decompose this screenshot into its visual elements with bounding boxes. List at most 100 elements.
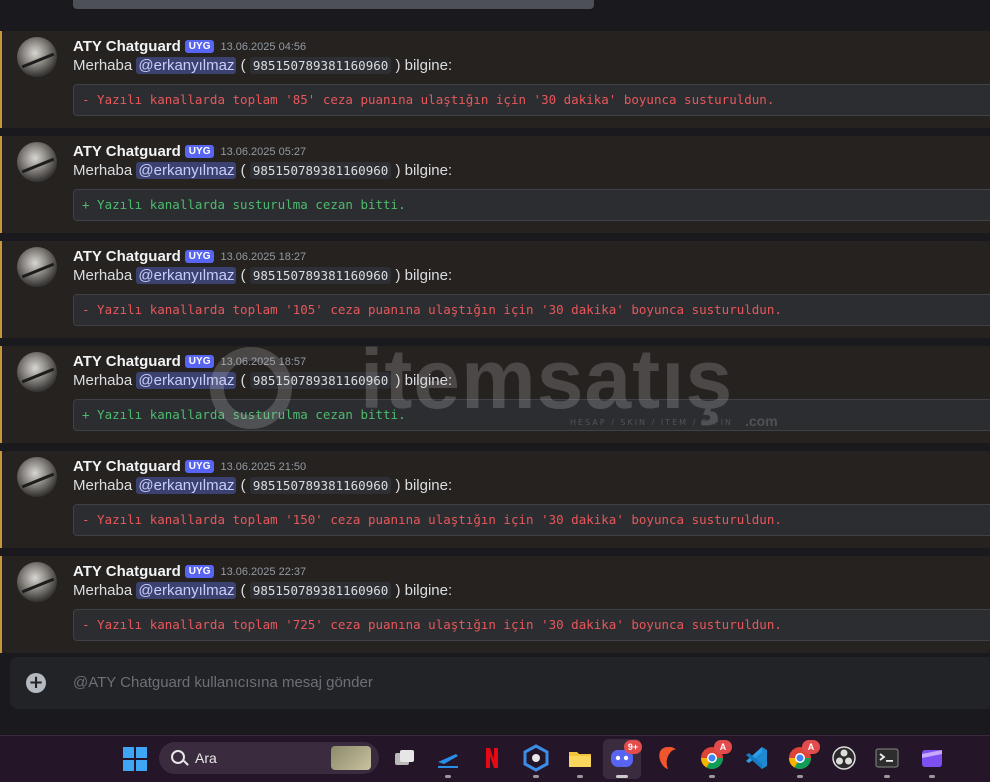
user-mention[interactable]: @erkanyılmaz — [136, 477, 237, 494]
user-mention[interactable]: @erkanyılmaz — [136, 372, 237, 389]
greeting-text: Merhaba — [73, 372, 133, 389]
chrome-profile-icon[interactable]: A — [786, 740, 820, 778]
greeting-text: Merhaba — [73, 162, 133, 179]
taskbar-search[interactable]: Ara — [159, 742, 379, 774]
greeting-text: Merhaba — [73, 582, 133, 599]
bot-avatar[interactable] — [17, 352, 57, 392]
code-block: - Yazılı kanallarda toplam '725' ceza pu… — [73, 609, 990, 641]
suffix-text: bilgine: — [404, 267, 453, 284]
chrome-profile-badge: A — [714, 740, 732, 754]
running-indicator — [577, 775, 583, 778]
message-text: Merhaba @erkanyılmaz ( 98515078938116096… — [73, 57, 452, 74]
message-text: Merhaba @erkanyılmaz ( 98515078938116096… — [73, 267, 452, 284]
author-name[interactable]: ATY Chatguard — [73, 248, 181, 265]
author-name[interactable]: ATY Chatguard — [73, 563, 181, 580]
add-attachment-button[interactable]: + — [26, 673, 46, 693]
message-row: ATY Chatguard UYG 13.06.2025 21:50 Merhaba … — [0, 451, 990, 548]
suffix-text: bilgine: — [404, 372, 453, 389]
message-composer[interactable]: + @ATY Chatguard kullanıcısına mesaj gön… — [10, 657, 990, 709]
app-tag: UYG — [184, 460, 215, 473]
running-indicator — [709, 775, 715, 778]
close-paren: ) — [395, 162, 401, 179]
bot-avatar[interactable] — [17, 37, 57, 77]
running-indicator — [445, 775, 451, 778]
message-input-placeholder[interactable]: @ATY Chatguard kullanıcısına mesaj gönde… — [73, 674, 373, 691]
clipchamp-icon[interactable] — [918, 744, 946, 778]
user-mention[interactable]: @erkanyılmaz — [136, 162, 237, 179]
user-id-code: 985150789381160960 — [249, 162, 392, 179]
discord-notification-badge: 9+ — [624, 740, 642, 754]
close-paren: ) — [395, 267, 401, 284]
chrome2-profile-badge: A — [802, 740, 820, 754]
user-mention[interactable]: @erkanyılmaz — [136, 582, 237, 599]
search-highlight-image — [331, 746, 371, 770]
open-paren: ( — [240, 477, 246, 494]
code-block: + Yazılı kanallarda susturulma cezan bit… — [73, 399, 990, 431]
message-header: ATY Chatguard UYG 13.06.2025 05:27 — [73, 141, 307, 160]
airline-app-icon[interactable] — [434, 744, 462, 778]
message-header: ATY Chatguard UYG 13.06.2025 21:50 — [73, 456, 307, 475]
windows-taskbar: Ara 9+ A A — [0, 735, 990, 782]
app-tag: UYG — [184, 40, 215, 53]
terminal-icon[interactable] — [873, 744, 901, 778]
author-name[interactable]: ATY Chatguard — [73, 143, 181, 160]
user-id-code: 985150789381160960 — [249, 267, 392, 284]
close-paren: ) — [395, 57, 401, 74]
message-header: ATY Chatguard UYG 13.06.2025 18:57 — [73, 351, 307, 370]
author-name[interactable]: ATY Chatguard — [73, 38, 181, 55]
open-paren: ( — [240, 582, 246, 599]
close-paren: ) — [395, 477, 401, 494]
taskbar-search-label: Ara — [195, 750, 217, 766]
author-name[interactable]: ATY Chatguard — [73, 458, 181, 475]
bot-avatar[interactable] — [17, 457, 57, 497]
code-block: - Yazılı kanallarda toplam '85' ceza pua… — [73, 84, 990, 116]
brave-icon[interactable] — [654, 744, 682, 772]
timestamp: 13.06.2025 04:56 — [220, 40, 307, 53]
code-block: + Yazılı kanallarda susturulma cezan bit… — [73, 189, 990, 221]
chrome-icon[interactable]: A — [698, 740, 732, 778]
search-icon — [171, 750, 185, 764]
open-paren: ( — [240, 372, 246, 389]
task-view-icon[interactable] — [390, 744, 418, 772]
bot-avatar[interactable] — [17, 247, 57, 287]
running-indicator — [797, 775, 803, 778]
code-block: - Yazılı kanallarda toplam '105' ceza pu… — [73, 294, 990, 326]
chat-area: ATY Chatguard UYG 13.06.2025 04:56 Merhaba … — [0, 0, 990, 735]
user-id-code: 985150789381160960 — [249, 372, 392, 389]
running-indicator — [533, 775, 539, 778]
app-tag: UYG — [184, 250, 215, 263]
bot-avatar[interactable] — [17, 562, 57, 602]
suffix-text: bilgine: — [404, 582, 453, 599]
file-explorer-icon[interactable] — [566, 744, 594, 778]
discord-icon[interactable]: 9+ — [608, 740, 642, 778]
suffix-text: bilgine: — [404, 477, 453, 494]
hex-app-icon[interactable] — [522, 744, 550, 778]
obs-icon[interactable] — [830, 744, 858, 772]
timestamp: 13.06.2025 05:27 — [220, 145, 307, 158]
windows-start-icon[interactable] — [123, 747, 147, 771]
author-name[interactable]: ATY Chatguard — [73, 353, 181, 370]
close-paren: ) — [395, 582, 401, 599]
message-header: ATY Chatguard UYG 13.06.2025 18:27 — [73, 246, 306, 265]
running-indicator — [884, 775, 890, 778]
close-paren: ) — [395, 372, 401, 389]
timestamp: 13.06.2025 21:50 — [220, 460, 307, 473]
user-id-code: 985150789381160960 — [249, 57, 392, 74]
timestamp: 13.06.2025 18:57 — [220, 355, 307, 368]
app-tag: UYG — [184, 355, 215, 368]
message-row: ATY Chatguard UYG 13.06.2025 18:27 Merhaba … — [0, 241, 990, 338]
netflix-icon[interactable] — [478, 744, 506, 772]
message-row: ATY Chatguard UYG 13.06.2025 05:27 Merhaba … — [0, 136, 990, 233]
timestamp: 13.06.2025 22:37 — [220, 565, 307, 578]
greeting-text: Merhaba — [73, 57, 133, 74]
bot-avatar[interactable] — [17, 142, 57, 182]
vscode-icon[interactable] — [742, 744, 770, 772]
user-mention[interactable]: @erkanyılmaz — [136, 57, 237, 74]
suffix-text: bilgine: — [404, 57, 453, 74]
greeting-text: Merhaba — [73, 477, 133, 494]
user-id-code: 985150789381160960 — [249, 477, 392, 494]
user-mention[interactable]: @erkanyılmaz — [136, 267, 237, 284]
open-paren: ( — [240, 267, 246, 284]
running-indicator — [616, 775, 628, 778]
message-row: ATY Chatguard UYG 13.06.2025 22:37 Merhaba … — [0, 556, 990, 653]
